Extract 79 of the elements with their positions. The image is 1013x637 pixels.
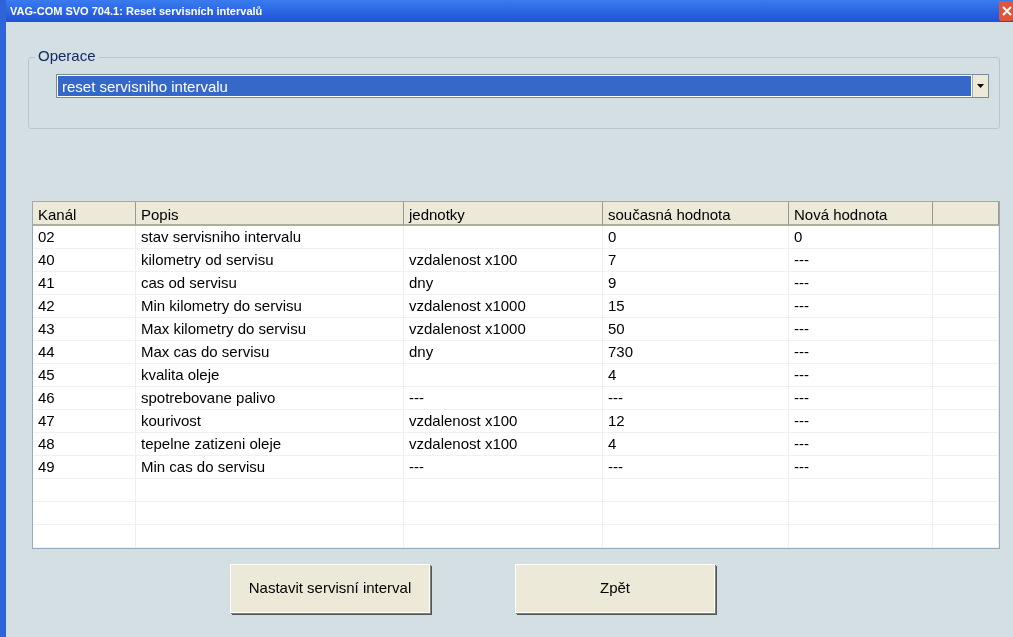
table-cell: tepelne zatizeni oleje [136,433,404,456]
table-cell [933,433,999,456]
table-cell: Max cas do servisu [136,341,404,364]
table-cell: 0 [603,226,789,249]
table-cell: 7 [603,249,789,272]
table-cell [933,341,999,364]
table-cell: 40 [33,249,136,272]
table-cell: Max kilometry do servisu [136,318,404,341]
table-cell: --- [404,456,603,479]
table-cell: 43 [33,318,136,341]
table-cell: vzdalenost x100 [404,433,603,456]
column-header: současná hodnota [603,202,789,226]
table-cell [933,295,999,318]
table-cell: 44 [33,341,136,364]
operation-dropdown[interactable]: reset servisniho intervalu [56,74,989,98]
table-cell: stav servisniho intervalu [136,226,404,249]
table-cell: Min cas do servisu [136,456,404,479]
table-cell: 48 [33,433,136,456]
table-cell [933,272,999,295]
table-cell: --- [789,249,933,272]
table-cell [933,479,999,502]
table-cell: 41 [33,272,136,295]
table-cell: 12 [603,410,789,433]
table-cell [933,364,999,387]
window-title: VAG-COM SVO 704.1: Reset servisních intervalů [10,3,263,19]
table-cell: 15 [603,295,789,318]
table-cell: vzdalenost x1000 [404,295,603,318]
table-cell [933,226,999,249]
table-cell: 50 [603,318,789,341]
table-cell [933,502,999,525]
dialog-button[interactable]: Nastavit servisní interval [230,564,430,613]
table-cell: --- [789,387,933,410]
column-header: Popis [136,202,404,226]
column-header: jednotky [404,202,603,226]
column-header: Kanál [33,202,136,226]
table-cell: --- [789,433,933,456]
table-cell [933,249,999,272]
table-cell: --- [789,410,933,433]
dropdown-arrow-icon[interactable] [977,84,984,88]
table-cell: kvalita oleje [136,364,404,387]
table-cell: 46 [33,387,136,410]
table-cell: vzdalenost x100 [404,249,603,272]
table-cell: vzdalenost x1000 [404,318,603,341]
column-header: Nová hodnota [789,202,933,226]
table-cell: 47 [33,410,136,433]
table-cell: 4 [603,433,789,456]
table-cell: kourivost [136,410,404,433]
table-cell: dny [404,341,603,364]
table-cell [933,456,999,479]
table-cell: --- [789,295,933,318]
table-cell: dny [404,272,603,295]
table-cell: --- [789,318,933,341]
table-cell [933,387,999,410]
table-cell: --- [789,364,933,387]
table-cell: 02 [33,226,136,249]
column-header [933,202,999,226]
table-cell: cas od servisu [136,272,404,295]
table-cell: --- [603,387,789,410]
table-cell: 0 [789,226,933,249]
close-icon[interactable] [999,1,1013,21]
table-cell [933,525,999,548]
table-cell [933,410,999,433]
table-cell: 9 [603,272,789,295]
table-cell: kilometry od servisu [136,249,404,272]
table-cell: --- [789,272,933,295]
table-cell: 49 [33,456,136,479]
table-cell: spotrebovane palivo [136,387,404,410]
table-cell: Min kilometry do servisu [136,295,404,318]
table-cell: --- [603,456,789,479]
table-cell: 45 [33,364,136,387]
table-cell: 4 [603,364,789,387]
table-cell: --- [404,387,603,410]
table-cell: vzdalenost x100 [404,410,603,433]
dialog-button[interactable]: Zpět [515,564,715,613]
table-cell: --- [789,456,933,479]
table-cell: 730 [603,341,789,364]
table-cell [933,318,999,341]
table-cell: 42 [33,295,136,318]
table-cell: --- [789,341,933,364]
